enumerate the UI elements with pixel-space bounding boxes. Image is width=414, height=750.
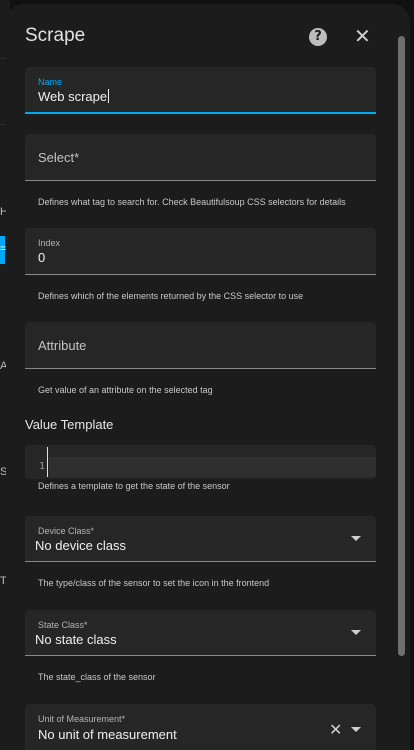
value-template-helper-text: Defines a template to get the state of t…: [38, 481, 230, 491]
chevron-down-icon[interactable]: [351, 630, 361, 635]
device-class-label: Device Class*: [38, 526, 95, 536]
scrollbar[interactable]: [398, 36, 405, 656]
line-number: 1: [38, 461, 45, 472]
name-input-wrap: Web scrape: [38, 89, 110, 104]
clear-icon[interactable]: ✕: [329, 720, 342, 739]
device-class-select[interactable]: Device Class* No device class: [25, 516, 376, 562]
index-field[interactable]: Index 0: [25, 228, 376, 275]
select-field[interactable]: Select*: [25, 134, 376, 181]
dialog-title: Scrape: [25, 25, 86, 46]
help-icon[interactable]: ?: [309, 28, 327, 46]
scrape-dialog: Scrape ? ✕ Name Web scrape Select* Defin…: [6, 4, 410, 750]
chevron-down-icon[interactable]: [351, 536, 361, 541]
unit-of-measurement-label: Unit of Measurement*: [38, 714, 126, 724]
close-icon[interactable]: ✕: [354, 26, 371, 46]
text-cursor: [108, 89, 110, 103]
unit-of-measurement-select[interactable]: Unit of Measurement* No unit of measurem…: [25, 704, 376, 750]
code-cursor: [47, 447, 48, 477]
index-helper-text: Defines which of the elements returned b…: [38, 291, 304, 301]
active-code-line: [49, 457, 376, 477]
device-class-helper-text: The type/class of the sensor to set the …: [38, 578, 270, 588]
select-placeholder: Select*: [38, 150, 80, 165]
index-label: Index: [38, 238, 61, 248]
attribute-field[interactable]: Attribute: [25, 322, 376, 369]
attribute-placeholder: Attribute: [38, 338, 87, 353]
chevron-down-icon[interactable]: [351, 727, 361, 732]
name-value: Web scrape: [38, 89, 108, 104]
state-class-select[interactable]: State Class* No state class: [25, 610, 376, 656]
state-class-value: No state class: [35, 632, 117, 647]
name-field[interactable]: Name Web scrape: [25, 67, 376, 114]
value-template-editor[interactable]: 1: [25, 445, 376, 479]
state-class-label: State Class*: [38, 620, 88, 630]
index-value: 0: [38, 250, 46, 265]
value-template-title: Value Template: [25, 417, 114, 432]
state-class-helper-text: The state_class of the sensor: [38, 672, 156, 682]
select-helper-text: Defines what tag to search for. Check Be…: [38, 197, 346, 207]
attribute-helper-text: Get value of an attribute on the selecte…: [38, 385, 213, 395]
unit-of-measurement-value: No unit of measurement: [38, 727, 177, 742]
device-class-value: No device class: [35, 538, 127, 553]
name-label: Name: [38, 77, 63, 87]
